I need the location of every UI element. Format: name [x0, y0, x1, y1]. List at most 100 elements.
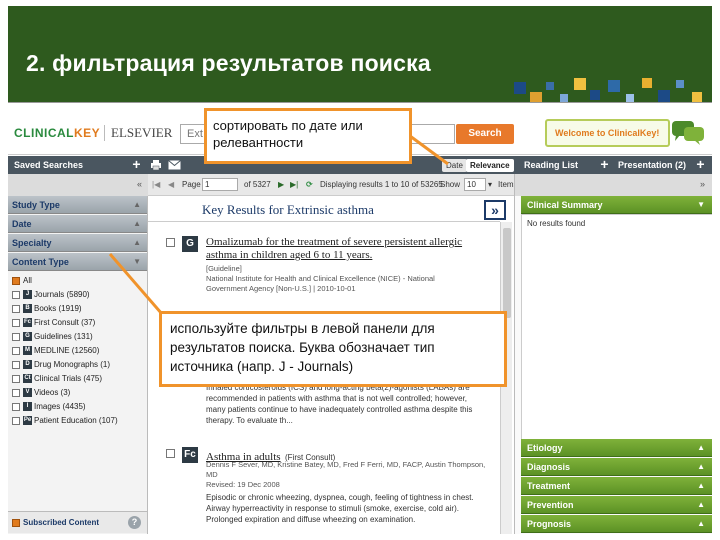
saved-searches-label[interactable]: Saved Searches	[14, 156, 83, 174]
content-type-all[interactable]: All	[12, 274, 32, 287]
content-type-patient-education[interactable]: Pe Patient Education (107)	[12, 414, 118, 427]
checkbox[interactable]	[12, 276, 20, 285]
content-type-videos[interactable]: V Videos (3)	[12, 386, 70, 399]
add-saved-search-icon[interactable]: +	[130, 157, 143, 171]
sort-by-relevance-button[interactable]: Relevance	[466, 159, 514, 172]
journal-type-icon: J	[23, 290, 32, 300]
content-type-label: Books (1919)	[34, 304, 82, 313]
result-checkbox[interactable]	[166, 238, 175, 247]
expand-arrow-icon: ▲	[697, 481, 705, 490]
collapse-right-icon[interactable]: »	[700, 179, 705, 189]
left-filter-panel: « Study Type ▲ Date ▲ Specialty ▲ Content T…	[8, 174, 148, 534]
checkbox[interactable]	[12, 290, 20, 299]
facet-label: Date	[12, 219, 32, 229]
items-per-page-select[interactable]: 10	[464, 178, 486, 191]
facet-study-type[interactable]: Study Type ▲	[8, 196, 147, 214]
clinicalkey-logo[interactable]: CLINICALKEY	[14, 126, 100, 140]
welcome-banner[interactable]: Welcome to ClinicalKey!	[545, 119, 670, 147]
checkbox[interactable]	[12, 304, 20, 313]
content-type-guidelines[interactable]: G Guidelines (131)	[12, 330, 93, 343]
content-type-books[interactable]: B Books (1919)	[12, 302, 82, 315]
checkbox[interactable]	[12, 318, 20, 327]
collapse-arrow-icon: ▲	[133, 200, 141, 209]
page-number-input[interactable]: 1	[202, 178, 238, 191]
expand-key-results-icon[interactable]: »	[484, 200, 506, 220]
subscribed-label: Subscribed Content	[23, 518, 100, 527]
presentation-label[interactable]: Presentation (2)	[618, 156, 686, 174]
key-results-heading: Key Results for Extrinsic asthma	[148, 196, 500, 222]
scrollbar-thumb[interactable]	[503, 228, 511, 318]
section-label: Treatment	[527, 481, 571, 491]
add-reading-list-icon[interactable]: +	[598, 157, 611, 171]
checkbox[interactable]	[12, 388, 20, 397]
expand-arrow-icon: ▲	[697, 443, 705, 452]
content-type-label: Videos (3)	[34, 388, 71, 397]
result-snippet: Inhaled corticosteroids (ICS) and long-a…	[206, 383, 473, 425]
content-type-drug-monographs[interactable]: D Drug Monographs (1)	[12, 358, 110, 371]
checkbox[interactable]	[12, 518, 20, 527]
decor-square	[676, 80, 684, 88]
section-label: Diagnosis	[527, 462, 571, 472]
checkbox[interactable]	[12, 346, 20, 355]
result-revised-date: Revised: 19 Dec 2008	[206, 480, 280, 489]
next-page-icon[interactable]: ▶	[278, 180, 284, 189]
content-type-label: Images (4435)	[34, 402, 86, 411]
add-presentation-icon[interactable]: +	[694, 157, 707, 171]
content-type-medline[interactable]: M MEDLINE (12560)	[12, 344, 99, 357]
checkbox[interactable]	[12, 374, 20, 383]
section-treatment[interactable]: Treatment ▲	[521, 477, 712, 495]
result-checkbox[interactable]	[166, 449, 175, 458]
facet-date[interactable]: Date ▲	[8, 215, 147, 233]
last-page-icon[interactable]: ▶|	[290, 180, 298, 189]
collapse-left-icon[interactable]: «	[137, 179, 142, 189]
elsevier-logo: ELSEVIER	[104, 125, 172, 141]
dropdown-chevron-icon[interactable]: ▾	[488, 180, 492, 189]
facet-content-type[interactable]: Content Type ▼	[8, 253, 147, 271]
sort-by-date-button[interactable]: Date	[442, 159, 467, 172]
patient-education-type-icon: Pe	[23, 416, 32, 426]
result-type: [Guideline]	[206, 264, 242, 273]
logo-text-clinical: CLINICAL	[14, 126, 74, 140]
email-icon[interactable]	[168, 160, 181, 170]
content-type-label: All	[23, 276, 32, 285]
content-type-first-consult[interactable]: Fc First Consult (37)	[12, 316, 95, 329]
right-panel-collapse-bar: »	[515, 174, 712, 196]
subscribed-content-toggle[interactable]: Subscribed Content ?	[8, 511, 147, 533]
collapse-arrow-icon: ▲	[133, 238, 141, 247]
content-type-clinical-trials[interactable]: Ct Clinical Trials (475)	[12, 372, 102, 385]
help-icon[interactable]: ?	[128, 516, 141, 529]
filter-callout: используйте фильтры в левой панели для р…	[159, 311, 507, 387]
section-label: Clinical Summary	[527, 200, 603, 210]
content-type-label: First Consult (37)	[34, 318, 96, 327]
decor-square	[642, 78, 652, 88]
facet-specialty[interactable]: Specialty ▲	[8, 234, 147, 252]
clinical-trial-type-icon: Ct	[23, 374, 32, 384]
reading-list-label[interactable]: Reading List	[524, 156, 578, 174]
checkbox[interactable]	[12, 416, 20, 425]
checkbox[interactable]	[12, 360, 20, 369]
content-type-images[interactable]: I Images (4435)	[12, 400, 86, 413]
first-page-icon[interactable]: |◀	[152, 180, 160, 189]
prev-page-icon[interactable]: ◀	[168, 180, 174, 189]
decor-square	[658, 90, 670, 102]
chat-bubble-icon[interactable]	[670, 117, 706, 147]
section-etiology[interactable]: Etiology ▲	[521, 439, 712, 457]
logo-text-key: KEY	[74, 126, 101, 140]
video-type-icon: V	[23, 388, 32, 398]
section-diagnosis[interactable]: Diagnosis ▲	[521, 458, 712, 476]
print-icon[interactable]	[150, 159, 162, 171]
guideline-type-icon: G	[182, 236, 198, 252]
refresh-icon[interactable]: ⟳	[306, 180, 313, 189]
section-clinical-summary[interactable]: Clinical Summary ▼	[521, 196, 712, 214]
decor-square	[574, 78, 586, 90]
decor-square	[514, 82, 526, 94]
content-type-journals[interactable]: J Journals (5890)	[12, 288, 90, 301]
result-title-link[interactable]: Omalizumab for the treatment of severe p…	[206, 236, 476, 262]
checkbox[interactable]	[12, 332, 20, 341]
checkbox[interactable]	[12, 402, 20, 411]
section-prognosis[interactable]: Prognosis ▲	[521, 515, 712, 533]
search-button[interactable]: Search	[456, 124, 514, 144]
facet-label: Specialty	[12, 238, 52, 248]
section-prevention[interactable]: Prevention ▲	[521, 496, 712, 514]
content-type-label: Drug Monographs (1)	[34, 360, 111, 369]
